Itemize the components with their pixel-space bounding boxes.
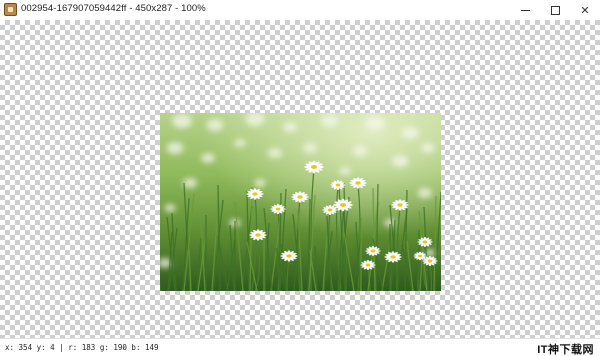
watermark-logo: IT神下载网 (537, 344, 594, 356)
pixel-info: x: 354 y: 4 | r: 183 g: 190 b: 149 (5, 343, 159, 352)
status-bar: x: 354 y: 4 | r: 183 g: 190 b: 149 IT神下载… (0, 338, 600, 356)
minimize-icon (520, 9, 530, 11)
minimize-button[interactable] (510, 0, 540, 20)
maximize-button[interactable] (540, 0, 570, 20)
daisy-photo (160, 113, 441, 291)
close-icon: ✕ (580, 3, 590, 17)
app-icon (4, 3, 17, 16)
window-title: 002954-167907059442ff - 450x287 - 100% (21, 3, 206, 14)
image-canvas[interactable] (0, 20, 600, 338)
close-button[interactable]: ✕ (570, 0, 600, 20)
maximize-icon (550, 5, 560, 15)
title-bar: 002954-167907059442ff - 450x287 - 100% ✕ (0, 0, 600, 20)
displayed-image[interactable] (160, 113, 441, 291)
